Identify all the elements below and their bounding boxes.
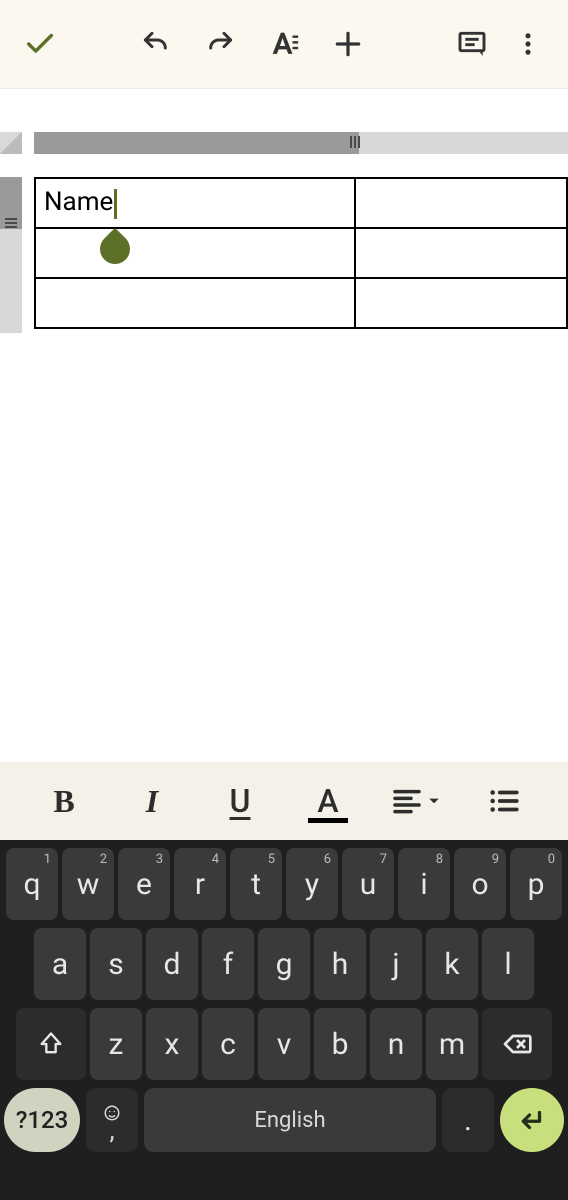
key-o[interactable]: o9: [454, 848, 506, 920]
shift-icon: [37, 1030, 65, 1058]
check-icon: [23, 27, 57, 61]
cell-b3[interactable]: [355, 278, 567, 328]
text-format-icon: [267, 27, 301, 61]
insert-button[interactable]: [320, 16, 376, 72]
key-enter[interactable]: [500, 1088, 564, 1152]
key-t[interactable]: t5: [230, 848, 282, 920]
comment-icon: [456, 28, 488, 60]
redo-icon: [204, 28, 236, 60]
key-comma-label: ,: [109, 1126, 114, 1136]
cell-a1-text: Name: [44, 187, 113, 217]
key-g[interactable]: g: [258, 928, 310, 1000]
key-u[interactable]: u7: [342, 848, 394, 920]
undo-button[interactable]: [128, 16, 184, 72]
text-format-button[interactable]: [256, 16, 312, 72]
underline-button[interactable]: U: [210, 771, 270, 831]
chevron-down-icon: [427, 794, 441, 808]
table-corner-cell[interactable]: [0, 132, 22, 154]
key-w[interactable]: w2: [62, 848, 114, 920]
key-j[interactable]: j: [370, 928, 422, 1000]
key-p[interactable]: p0: [510, 848, 562, 920]
more-button[interactable]: [500, 16, 556, 72]
key-backspace[interactable]: [482, 1008, 552, 1080]
key-v[interactable]: v: [258, 1008, 310, 1080]
key-l[interactable]: l: [482, 928, 534, 1000]
key-k[interactable]: k: [426, 928, 478, 1000]
undo-icon: [140, 28, 172, 60]
key-e[interactable]: e3: [118, 848, 170, 920]
keyboard-row-3: z x c v b n m: [4, 1008, 564, 1080]
key-b[interactable]: b: [314, 1008, 366, 1080]
cell-a3[interactable]: [35, 278, 355, 328]
keyboard-row-2: a s d f g h j k l: [4, 928, 564, 1000]
top-toolbar: [0, 0, 568, 88]
document-area[interactable]: Name: [0, 88, 568, 762]
more-vert-icon: [514, 30, 542, 58]
bold-button[interactable]: B: [34, 771, 94, 831]
key-m[interactable]: m: [426, 1008, 478, 1080]
key-q[interactable]: q1: [6, 848, 58, 920]
key-i[interactable]: i8: [398, 848, 450, 920]
key-shift[interactable]: [16, 1008, 86, 1080]
key-f[interactable]: f: [202, 928, 254, 1000]
column-header-bar[interactable]: [34, 132, 568, 154]
confirm-button[interactable]: [12, 16, 68, 72]
text-caret: [114, 189, 117, 219]
key-space[interactable]: English: [144, 1088, 436, 1152]
table-row: Name: [35, 178, 567, 228]
key-y[interactable]: y6: [286, 848, 338, 920]
redo-button[interactable]: [192, 16, 248, 72]
key-a[interactable]: a: [34, 928, 86, 1000]
key-r[interactable]: r4: [174, 848, 226, 920]
key-symbols[interactable]: ?123: [4, 1088, 80, 1152]
key-x[interactable]: x: [146, 1008, 198, 1080]
key-d[interactable]: d: [146, 928, 198, 1000]
soft-keyboard: q1 w2 e3 r4 t5 y6 u7 i8 o9 p0 a s d f g …: [0, 840, 568, 1200]
key-h[interactable]: h: [314, 928, 366, 1000]
table-row: [35, 278, 567, 328]
key-c[interactable]: c: [202, 1008, 254, 1080]
align-icon: [391, 785, 423, 817]
key-n[interactable]: n: [370, 1008, 422, 1080]
cell-a1[interactable]: Name: [35, 178, 355, 228]
row-resize-handle[interactable]: [3, 216, 19, 230]
italic-button[interactable]: I: [122, 771, 182, 831]
keyboard-row-1: q1 w2 e3 r4 t5 y6 u7 i8 o9 p0: [4, 848, 564, 920]
key-emoji[interactable]: ,: [86, 1088, 138, 1152]
text-color-button[interactable]: A: [298, 771, 358, 831]
cell-b1[interactable]: [355, 178, 567, 228]
cell-b2[interactable]: [355, 228, 567, 278]
comment-button[interactable]: [444, 16, 500, 72]
enter-icon: [517, 1105, 547, 1135]
key-s[interactable]: s: [90, 928, 142, 1000]
cell-a2[interactable]: [35, 228, 355, 278]
format-bar: B I U A: [0, 762, 568, 840]
key-period[interactable]: .: [442, 1088, 494, 1152]
list-icon: [487, 784, 521, 818]
backspace-icon: [501, 1028, 533, 1060]
column-resize-handle[interactable]: [348, 133, 362, 151]
plus-icon: [332, 28, 364, 60]
row-header-bar[interactable]: [0, 177, 22, 333]
key-z[interactable]: z: [90, 1008, 142, 1080]
keyboard-row-4: ?123 , English .: [4, 1088, 564, 1152]
bulleted-list-button[interactable]: [474, 771, 534, 831]
align-button[interactable]: [386, 771, 446, 831]
